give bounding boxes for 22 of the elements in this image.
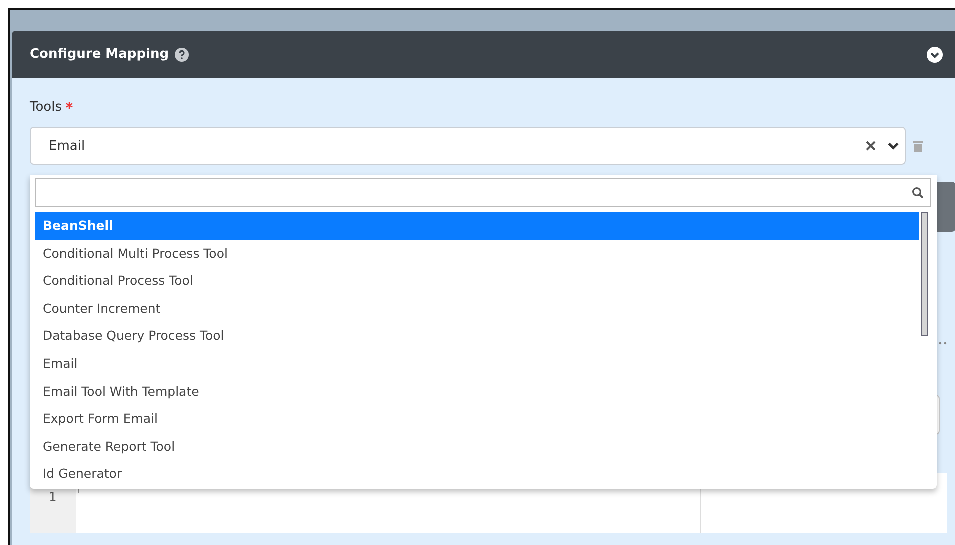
search-icon (912, 186, 924, 198)
dropdown-option[interactable]: BeanShell (35, 212, 919, 240)
help-icon[interactable] (175, 48, 190, 62)
line-number: 1 (49, 490, 57, 504)
selected-value: Email (49, 138, 86, 154)
clear-icon[interactable] (866, 141, 876, 151)
dropdown-option[interactable]: Database Query Process Tool (35, 322, 919, 350)
dropdown-option[interactable]: Conditional Process Tool (35, 267, 919, 295)
dropdown-option[interactable]: Conditional Multi Process Tool (35, 240, 919, 268)
scrollbar-thumb[interactable] (921, 212, 928, 336)
tools-select[interactable]: Email (30, 127, 906, 165)
panel-title: Configure Mapping (30, 47, 170, 62)
field-label: Tools (30, 100, 62, 115)
more-icon[interactable] (938, 342, 948, 345)
dropdown-option[interactable]: Counter Increment (35, 294, 919, 322)
dropdown-option[interactable]: Email (35, 350, 919, 378)
dropdown-option[interactable]: Generate Report Tool (35, 432, 919, 460)
search-field[interactable] (35, 178, 931, 207)
collapse-toggle-icon[interactable] (927, 46, 943, 62)
dropdown-option[interactable]: Email Tool With Template (35, 378, 919, 406)
caret-icon[interactable] (888, 142, 899, 150)
dropdown-option[interactable]: Export Form Email (35, 405, 919, 433)
